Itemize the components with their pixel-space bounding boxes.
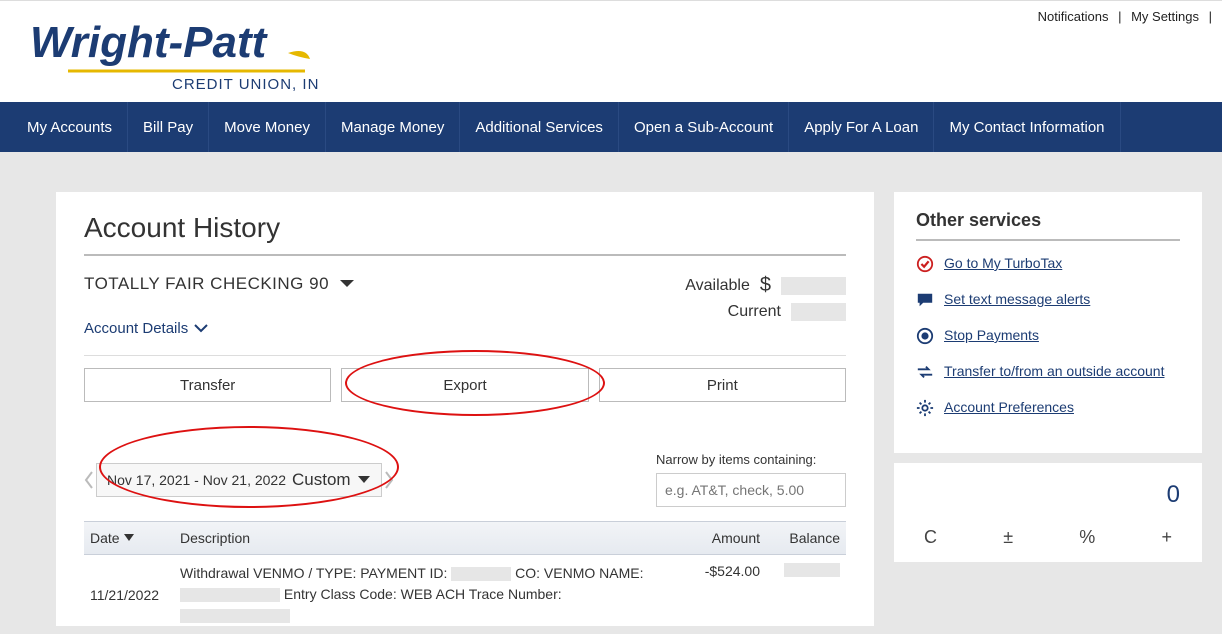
narrow-input[interactable] xyxy=(656,473,846,507)
nav-contact-info[interactable]: My Contact Information xyxy=(934,102,1120,152)
cog-icon xyxy=(916,399,934,417)
page-title: Account History xyxy=(84,212,846,244)
transfer-button[interactable]: Transfer xyxy=(84,368,331,402)
txn-balance xyxy=(760,563,840,626)
other-services-card: Other services Go to My TurboTax Set tex… xyxy=(894,192,1202,453)
topbar: Notifications | My Settings | Wright-Pat… xyxy=(0,0,1222,102)
account-history-panel: Account History TOTALLY FAIR CHECKING 90… xyxy=(56,192,874,626)
export-button[interactable]: Export xyxy=(341,368,588,402)
txn-description: Withdrawal VENMO / TYPE: PAYMENT ID: CO:… xyxy=(180,563,660,626)
nav-bill-pay[interactable]: Bill Pay xyxy=(128,102,209,152)
toplinks: Notifications | My Settings | xyxy=(1032,9,1212,24)
transactions-header: Date Description Amount Balance xyxy=(84,521,846,555)
nav-move-money[interactable]: Move Money xyxy=(209,102,326,152)
current-balance-value xyxy=(791,303,846,321)
exchange-icon xyxy=(916,363,934,381)
check-circle-icon xyxy=(916,255,934,273)
svg-text:CREDIT UNION, INC.: CREDIT UNION, INC. xyxy=(172,76,320,93)
custom-label: Custom xyxy=(292,470,351,490)
action-buttons: Transfer Export Print xyxy=(84,368,846,402)
chevron-left-icon[interactable] xyxy=(84,471,94,489)
account-details-label: Account Details xyxy=(84,320,188,337)
divider xyxy=(916,239,1180,241)
nav-my-accounts[interactable]: My Accounts xyxy=(12,102,128,152)
table-row: 11/21/2022 Withdrawal VENMO / TYPE: PAYM… xyxy=(84,555,846,626)
account-name-label: TOTALLY FAIR CHECKING 90 xyxy=(84,274,329,294)
txn-date: 11/21/2022 xyxy=(90,563,180,626)
triangle-down-icon xyxy=(357,475,371,485)
other-services-title: Other services xyxy=(916,210,1180,231)
date-range-selector[interactable]: Nov 17, 2021 - Nov 21, 2022 Custom xyxy=(96,463,382,497)
col-date-header[interactable]: Date xyxy=(84,522,174,554)
notifications-link[interactable]: Notifications xyxy=(1038,9,1109,24)
service-stop-payments: Stop Payments xyxy=(916,327,1180,345)
calc-clear-button[interactable]: C xyxy=(916,523,945,552)
chevron-down-icon xyxy=(339,278,355,290)
turbotax-link[interactable]: Go to My TurboTax xyxy=(944,255,1062,271)
outside-transfer-link[interactable]: Transfer to/from an outside account xyxy=(944,363,1164,379)
calculator-widget: 0 C ± % + xyxy=(894,463,1202,562)
triangle-down-icon xyxy=(124,534,134,542)
nav-open-sub-account[interactable]: Open a Sub-Account xyxy=(619,102,789,152)
available-balance-value xyxy=(781,277,846,295)
col-desc-header[interactable]: Description xyxy=(174,522,666,554)
service-text-alerts: Set text message alerts xyxy=(916,291,1180,309)
available-label: Available xyxy=(685,277,750,295)
col-amount-header[interactable]: Amount xyxy=(666,522,766,554)
record-icon xyxy=(916,327,934,345)
divider xyxy=(84,254,846,256)
txn-amount: -$524.00 xyxy=(660,563,760,626)
nav-apply-loan[interactable]: Apply For A Loan xyxy=(789,102,934,152)
comment-icon xyxy=(916,291,934,309)
service-account-prefs: Account Preferences xyxy=(916,399,1180,417)
nav-additional-services[interactable]: Additional Services xyxy=(460,102,619,152)
logo[interactable]: Wright-Patt CREDIT UNION, INC. xyxy=(30,9,320,100)
text-alerts-link[interactable]: Set text message alerts xyxy=(944,291,1090,307)
divider xyxy=(84,355,846,356)
account-prefs-link[interactable]: Account Preferences xyxy=(944,399,1074,415)
current-label: Current xyxy=(728,303,781,321)
narrow-label: Narrow by items containing: xyxy=(656,452,846,467)
print-button[interactable]: Print xyxy=(599,368,846,402)
stop-payments-link[interactable]: Stop Payments xyxy=(944,327,1039,343)
calc-negate-button[interactable]: ± xyxy=(995,523,1021,552)
account-details-toggle[interactable]: Account Details xyxy=(84,320,355,337)
chevron-right-icon[interactable] xyxy=(384,471,394,489)
calc-display: 0 xyxy=(916,473,1180,523)
chevron-down-icon xyxy=(194,324,208,334)
service-outside-transfer: Transfer to/from an outside account xyxy=(916,363,1180,381)
my-settings-link[interactable]: My Settings xyxy=(1131,9,1199,24)
calc-percent-button[interactable]: % xyxy=(1071,523,1103,552)
date-range-text: Nov 17, 2021 - Nov 21, 2022 xyxy=(107,472,286,488)
currency-symbol: $ xyxy=(760,274,771,297)
service-turbotax: Go to My TurboTax xyxy=(916,255,1180,273)
main-nav: My Accounts Bill Pay Move Money Manage M… xyxy=(0,102,1222,152)
calc-plus-button[interactable]: + xyxy=(1153,523,1180,552)
filter-row: Nov 17, 2021 - Nov 21, 2022 Custom Narro… xyxy=(84,452,846,507)
nav-manage-money[interactable]: Manage Money xyxy=(326,102,460,152)
svg-text:Wright-Patt: Wright-Patt xyxy=(30,18,269,67)
col-balance-header[interactable]: Balance xyxy=(766,522,846,554)
account-selector[interactable]: TOTALLY FAIR CHECKING 90 xyxy=(84,274,355,294)
